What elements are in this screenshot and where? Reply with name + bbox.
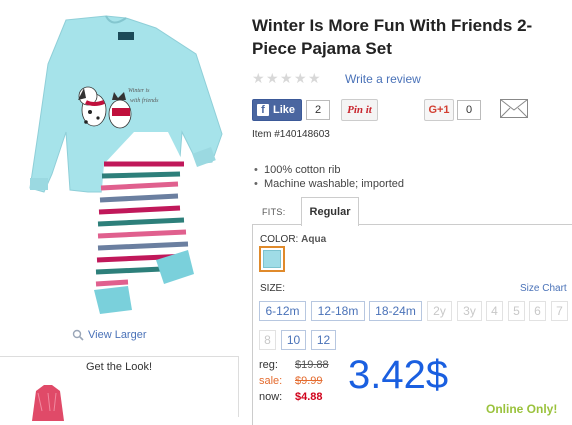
star-icon: ★	[252, 70, 265, 86]
size-option-10[interactable]: 10	[281, 330, 306, 350]
star-icon: ★	[294, 70, 307, 86]
now-price-label: now:	[259, 391, 283, 403]
email-icon[interactable]	[500, 99, 528, 118]
facebook-like-label: Like	[273, 104, 296, 116]
reg-price-label: reg:	[259, 359, 278, 371]
pinterest-pin-button[interactable]: Pin it	[341, 99, 378, 121]
swatch-fill	[263, 250, 281, 268]
feature-list: 100% cotton rib Machine washable; import…	[252, 163, 404, 191]
price-labels: reg: sale: now:	[259, 357, 282, 405]
get-the-look-panel: Get the Look!	[0, 356, 239, 421]
product-title: Winter Is More Fun With Friends 2-Piece …	[252, 16, 533, 58]
star-icon: ★	[266, 70, 279, 86]
facebook-icon: f	[257, 104, 269, 116]
sale-price-label: sale:	[259, 375, 283, 387]
google-plus-count: 0	[457, 100, 481, 120]
size-option-6-12m[interactable]: 6-12m	[259, 301, 306, 321]
google-plus-button[interactable]: G+1	[424, 99, 454, 121]
svg-text:with friends: with friends	[130, 97, 159, 104]
view-larger-link[interactable]: View Larger	[72, 329, 147, 341]
pinterest-widget: Pin it	[341, 99, 378, 121]
size-option-6[interactable]: 6	[529, 301, 546, 321]
product-image[interactable]: Winter is with friends	[8, 14, 230, 318]
item-number: Item #140148603	[252, 129, 330, 140]
color-label: COLOR: Aqua	[260, 234, 326, 245]
overlay-price: 3.42$	[348, 353, 449, 397]
magnifier-icon	[72, 329, 84, 341]
facebook-like-widget: f Like 2	[252, 99, 331, 121]
reg-price: $19.88	[295, 359, 329, 371]
size-option-2y[interactable]: 2y	[427, 301, 452, 321]
view-larger-label: View Larger	[88, 329, 147, 341]
sale-price: $9.99	[295, 375, 323, 387]
feature-item: 100% cotton rib	[254, 163, 404, 177]
size-option-4[interactable]: 4	[486, 301, 503, 321]
size-option-12-18m[interactable]: 12-18m	[311, 301, 365, 321]
google-plus-widget: G+1 0	[424, 99, 481, 121]
write-review-link[interactable]: Write a review	[345, 72, 421, 86]
feature-item: Machine washable; imported	[254, 177, 404, 191]
size-option-12[interactable]: 12	[311, 330, 336, 350]
size-option-18-24m[interactable]: 18-24m	[369, 301, 422, 321]
svg-text:Winter is: Winter is	[128, 88, 150, 94]
size-option-3y[interactable]: 3y	[457, 301, 482, 321]
tab-regular[interactable]: Regular	[301, 197, 359, 226]
fits-label: FITS:	[262, 207, 286, 217]
color-swatch-aqua[interactable]	[259, 246, 285, 272]
size-label: SIZE:	[260, 283, 286, 294]
get-the-look-title: Get the Look!	[85, 361, 153, 373]
rating-stars[interactable]: ★ ★ ★ ★ ★	[252, 70, 321, 86]
size-option-8[interactable]: 8	[259, 330, 276, 350]
star-icon: ★	[280, 70, 293, 86]
price-values: $19.88 $9.99 $4.88	[295, 357, 329, 405]
size-option-5[interactable]: 5	[508, 301, 525, 321]
selected-color-name: Aqua	[301, 234, 327, 245]
size-option-7[interactable]: 7	[551, 301, 568, 321]
facebook-like-count: 2	[306, 100, 331, 120]
star-icon: ★	[308, 70, 321, 86]
get-the-look-thumbnail[interactable]	[18, 381, 72, 421]
facebook-like-button[interactable]: f Like	[252, 99, 303, 121]
size-chart-link[interactable]: Size Chart	[520, 283, 567, 294]
now-price: $4.88	[295, 391, 323, 403]
color-label-text: COLOR:	[260, 234, 299, 245]
